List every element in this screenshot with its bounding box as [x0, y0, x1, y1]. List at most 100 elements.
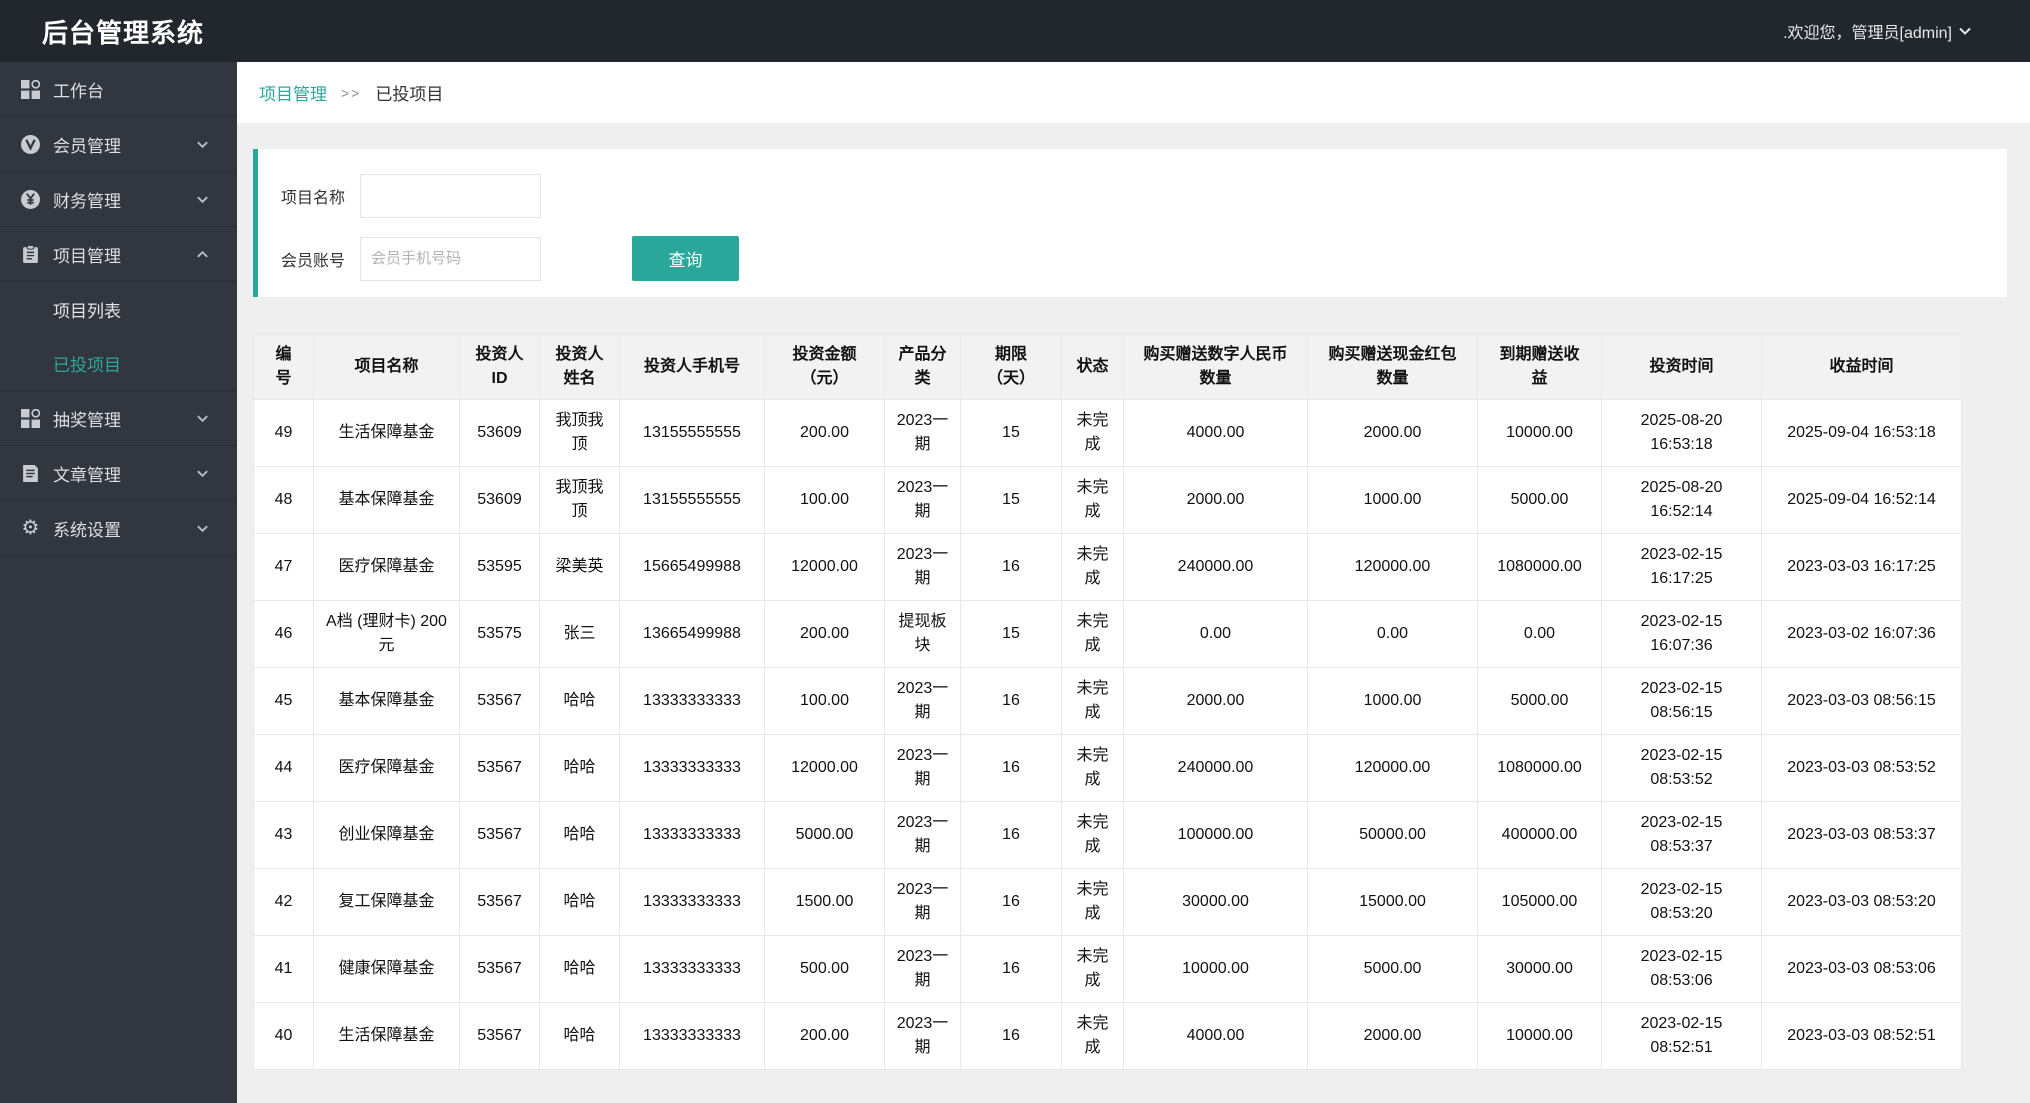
sidebar-item-label: 文章管理: [53, 465, 121, 485]
table-cell: 13333333333: [619, 667, 765, 735]
search-button[interactable]: 查询: [632, 236, 739, 281]
table-cell: 未完成: [1061, 801, 1124, 869]
table-cell: 医疗保障基金: [313, 533, 460, 601]
sidebar-subitem-label: 项目列表: [53, 301, 121, 321]
table-cell: 2023一期: [884, 734, 961, 802]
table-cell: 200.00: [764, 600, 885, 668]
table-cell: 53567: [459, 1002, 540, 1070]
table-cell: 2023一期: [884, 667, 961, 735]
table-cell: 13155555555: [619, 399, 765, 467]
table-cell: 53567: [459, 667, 540, 735]
invested-projects-table: 编号 项目名称 投资人ID 投资人姓名 投资人手机号 投资金额（元） 产品分类 期限（天） 状态…: [253, 334, 1962, 1070]
table-cell: 53575: [459, 600, 540, 668]
table-cell: 12000.00: [764, 533, 885, 601]
table-row: 40 生活保障基金 53567 哈哈 13333333333 200.00 2023一期 16…: [253, 1002, 1962, 1070]
table-header-row: 编号 项目名称 投资人ID 投资人姓名 投资人手机号 投资金额（元） 产品分类 期限（天） 状态…: [253, 334, 1962, 400]
user-menu[interactable]: .欢迎您，管理员[admin]: [1783, 19, 2030, 43]
table-cell: 53567: [459, 801, 540, 869]
table-cell: 未完成: [1061, 935, 1124, 1003]
table-cell: 13333333333: [619, 1002, 765, 1070]
table-cell: 4000.00: [1123, 1002, 1308, 1070]
chevron-down-icon: [196, 467, 209, 480]
table-row: 49 生活保障基金 53609 我顶我顶 13155555555 200.00 2023一期…: [253, 399, 1962, 467]
table-cell: 2025-08-20 16:52:14: [1601, 466, 1762, 534]
table-cell: 创业保障基金: [313, 801, 460, 869]
table-cell: 2023-03-02 16:07:36: [1761, 600, 1962, 668]
sidebar-item-lottery[interactable]: 抽奖管理: [0, 391, 237, 446]
table-cell: 2023-02-15 08:56:15: [1601, 667, 1762, 735]
table-cell: 13333333333: [619, 734, 765, 802]
welcome-text: .欢迎您，管理员[admin]: [1783, 25, 1952, 42]
sidebar-item-finance[interactable]: 财务管理: [0, 172, 237, 227]
column-header: 投资人手机号: [619, 334, 765, 400]
table-cell: 未完成: [1061, 466, 1124, 534]
top-header: 后台管理系统 .欢迎您，管理员[admin]: [0, 0, 2030, 62]
table-cell: 2023一期: [884, 868, 961, 936]
sidebar-subitem-project-list[interactable]: 项目列表: [0, 282, 237, 336]
sidebar-item-articles[interactable]: 文章管理: [0, 446, 237, 501]
table-cell: 40: [253, 1002, 314, 1070]
main-content: 项目管理 >> 已投项目 项目名称 会员账号 查询 编号项目名称投资人ID投资人…: [237, 62, 2030, 1103]
breadcrumb: 项目管理 >> 已投项目: [237, 62, 2030, 123]
breadcrumb-parent-link[interactable]: 项目管理: [259, 80, 327, 105]
table-cell: 2023-02-15 16:07:36: [1601, 600, 1762, 668]
table-cell: 30000.00: [1123, 868, 1308, 936]
table-cell: 48: [253, 466, 314, 534]
table-cell: 未完成: [1061, 667, 1124, 735]
column-header: 购买赠送现金红包数量: [1307, 334, 1478, 400]
column-header: 投资人ID: [459, 334, 540, 400]
table-cell: 2000.00: [1123, 667, 1308, 735]
table-cell: 2023-03-03 08:53:37: [1761, 801, 1962, 869]
column-header: 到期赠送收益: [1477, 334, 1602, 400]
table-cell: 1000.00: [1307, 667, 1478, 735]
table-cell: 120000.00: [1307, 533, 1478, 601]
table-cell: 我顶我顶: [539, 399, 620, 467]
member-account-input[interactable]: [360, 236, 541, 281]
article-icon: [21, 464, 40, 483]
table-cell: 15665499988: [619, 533, 765, 601]
table-row: 41 健康保障基金 53567 哈哈 13333333333 500.00 2023一期 16…: [253, 935, 1962, 1003]
chevron-up-icon: [196, 248, 209, 261]
table-cell: 未完成: [1061, 1002, 1124, 1070]
table-cell: 2023一期: [884, 935, 961, 1003]
table-cell: 2023-03-03 16:17:25: [1761, 533, 1962, 601]
table-cell: 梁美英: [539, 533, 620, 601]
table-cell: 2000.00: [1307, 1002, 1478, 1070]
table-cell: 15: [960, 399, 1062, 467]
sidebar-item-workbench[interactable]: 工作台: [0, 62, 237, 117]
table-cell: 未完成: [1061, 399, 1124, 467]
filter-row-project-name: 项目名称: [281, 174, 2007, 218]
table-cell: 500.00: [764, 935, 885, 1003]
sidebar-item-settings[interactable]: ⚙ 系统设置: [0, 501, 237, 556]
table-cell: 未完成: [1061, 868, 1124, 936]
sidebar-item-projects[interactable]: 项目管理: [0, 227, 237, 282]
table-cell: 复工保障基金: [313, 868, 460, 936]
sidebar-item-members[interactable]: 会员管理: [0, 117, 237, 172]
table-cell: 2023一期: [884, 466, 961, 534]
table-cell: 53567: [459, 734, 540, 802]
app-title: 后台管理系统: [42, 17, 205, 48]
sidebar-subitem-invested-projects[interactable]: 已投项目: [0, 336, 237, 390]
column-header: 收益时间: [1761, 334, 1962, 400]
table-cell: 1500.00: [764, 868, 885, 936]
project-name-input[interactable]: [360, 174, 541, 218]
table-cell: 240000.00: [1123, 734, 1308, 802]
table-cell: 13155555555: [619, 466, 765, 534]
table-cell: 100.00: [764, 466, 885, 534]
chevron-down-icon: [196, 412, 209, 425]
table-cell: 2023-02-15 08:52:51: [1601, 1002, 1762, 1070]
column-header: 投资金额（元）: [764, 334, 885, 400]
table-cell: 1080000.00: [1477, 734, 1602, 802]
table-row: 48 基本保障基金 53609 我顶我顶 13155555555 100.00 2023一期…: [253, 466, 1962, 534]
table-cell: 100.00: [764, 667, 885, 735]
table-cell: 我顶我顶: [539, 466, 620, 534]
table-cell: 张三: [539, 600, 620, 668]
table-cell: 47: [253, 533, 314, 601]
table-cell: 2023-02-15 08:53:52: [1601, 734, 1762, 802]
table-cell: 200.00: [764, 399, 885, 467]
table-cell: 哈哈: [539, 1002, 620, 1070]
table-row: 47 医疗保障基金 53595 梁美英 15665499988 12000.00 2023一…: [253, 533, 1962, 601]
table-row: 46 A档 (理财卡) 200元 53575 张三 13665499988 200.00 提…: [253, 600, 1962, 668]
column-header: 编号: [253, 334, 314, 400]
table-cell: 16: [960, 801, 1062, 869]
